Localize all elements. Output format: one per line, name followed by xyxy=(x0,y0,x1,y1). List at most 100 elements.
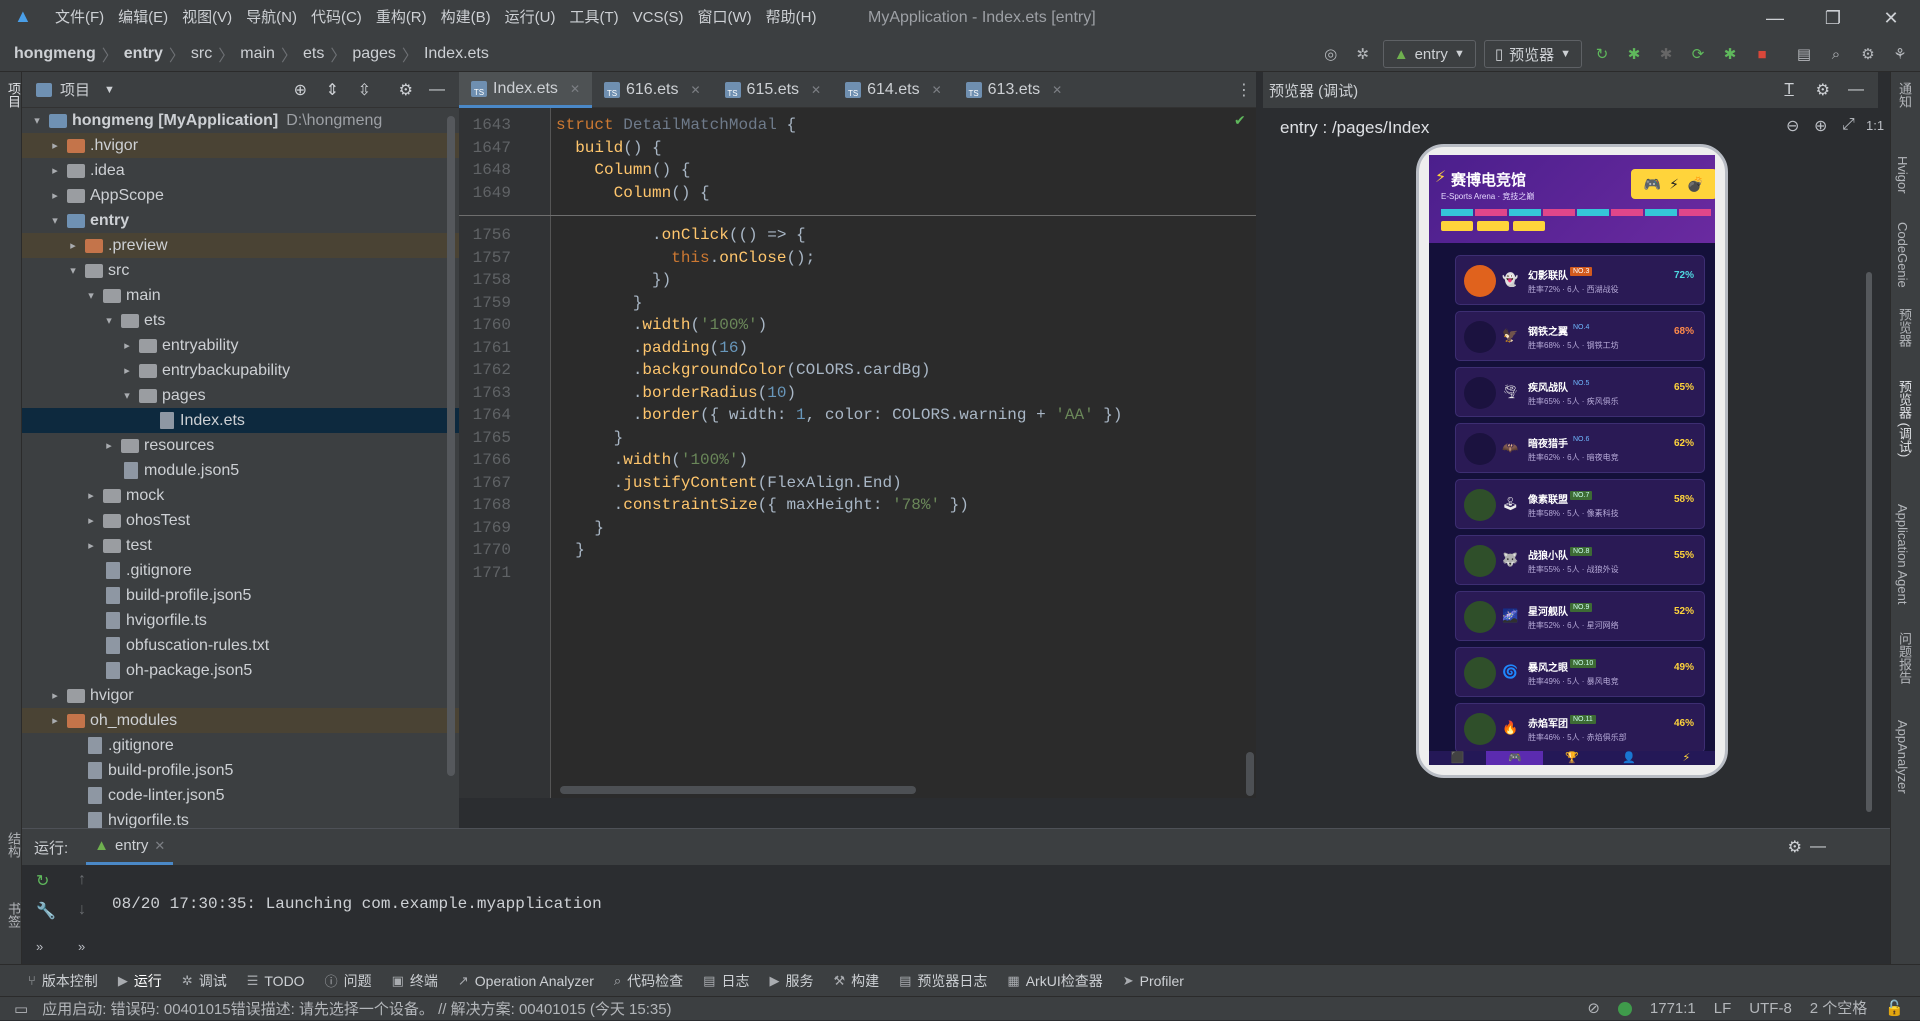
more-icon[interactable]: » xyxy=(78,939,85,954)
notification-off-icon[interactable]: ⊘ xyxy=(1587,997,1600,1021)
bottom-tool[interactable]: ✲ 调试 xyxy=(182,971,227,991)
tree-row[interactable]: ▾ main xyxy=(22,283,459,308)
team-card[interactable]: 🐺 战狼小队 NO.8 胜率55% · 5人 · 战狼外设 55% xyxy=(1455,535,1705,585)
menu-item[interactable]: 工具(T) xyxy=(562,0,625,36)
bug-icon[interactable]: ✲ xyxy=(1351,42,1375,66)
editor-tab[interactable]: TS 614.ets ✕ xyxy=(833,72,954,108)
filter-chip[interactable] xyxy=(1513,221,1545,231)
expand-arrow-icon[interactable]: ▸ xyxy=(48,714,62,727)
tree-row[interactable]: hvigorfile.ts xyxy=(22,608,459,633)
close-icon[interactable]: ✕ xyxy=(811,83,821,97)
tree-row[interactable]: .gitignore xyxy=(22,733,459,758)
code-line[interactable]: } xyxy=(556,294,643,312)
tree-row[interactable]: ▸ entrybackupability xyxy=(22,358,459,383)
locate-icon[interactable]: ⊕ xyxy=(294,80,307,100)
bottom-tool[interactable]: ▤ 预览器日志 xyxy=(899,971,987,991)
close-icon[interactable]: ✕ xyxy=(932,83,942,97)
structure-tool-label[interactable]: 结构 xyxy=(4,832,23,858)
file-encoding[interactable]: UTF-8 xyxy=(1749,997,1792,1021)
gear-icon[interactable]: ⚙ xyxy=(399,80,413,100)
team-card[interactable]: 🌀 暴风之眼 NO.10 胜率49% · 5人 · 暴风电竞 49% xyxy=(1455,647,1705,697)
zoom-out-icon[interactable]: ⊖ xyxy=(1786,116,1799,136)
wrench-icon[interactable]: 🔧 xyxy=(36,901,56,921)
right-tool-label[interactable]: 通知 xyxy=(1895,82,1914,108)
menu-item[interactable]: VCS(S) xyxy=(626,0,691,36)
vertical-scrollbar[interactable] xyxy=(1246,752,1254,796)
line-separator[interactable]: LF xyxy=(1714,997,1732,1021)
filter-chip[interactable] xyxy=(1441,221,1473,231)
expand-arrow-icon[interactable]: ▸ xyxy=(84,514,98,527)
expand-arrow-icon[interactable]: ▸ xyxy=(48,189,62,202)
team-card[interactable]: 🦅 钢铁之翼 NO.4 胜率68% · 5人 · 钢铁工坊 68% xyxy=(1455,311,1705,361)
stop-icon[interactable]: ■ xyxy=(1750,42,1774,66)
expand-arrow-icon[interactable]: ▾ xyxy=(120,389,134,402)
tree-row[interactable]: module.json5 xyxy=(22,458,459,483)
scroll-up-icon[interactable]: ↑ xyxy=(78,871,86,889)
code-line[interactable]: .onClick(() => { xyxy=(556,226,806,244)
more-tabs-icon[interactable]: ⋮ xyxy=(1236,80,1252,100)
settings-icon[interactable]: ⚙ xyxy=(1856,42,1880,66)
module-select[interactable]: ▲ entry ▼ xyxy=(1382,40,1476,68)
code-line[interactable]: } xyxy=(556,519,604,537)
code-line[interactable]: }) xyxy=(556,271,671,289)
code-line[interactable]: build() { xyxy=(556,139,661,157)
breadcrumb-item[interactable]: main xyxy=(240,45,275,63)
close-icon[interactable]: ✕ xyxy=(154,838,165,854)
tree-row[interactable]: ▾ src xyxy=(22,258,459,283)
code-line[interactable]: .width('100%') xyxy=(556,316,767,334)
status-message[interactable]: 应用启动: 错误码: 00401015错误描述: 请先选择一个设备。 // 解决… xyxy=(42,998,671,1019)
more-icon[interactable]: » xyxy=(36,939,43,954)
team-card[interactable]: 👻 幻影联队 NO.3 胜率72% · 6人 · 西湖战役 72% xyxy=(1455,255,1705,305)
right-tool-label[interactable]: Application Agent xyxy=(1895,504,1910,604)
menu-item[interactable]: 导航(N) xyxy=(239,0,304,36)
close-icon[interactable]: ✕ xyxy=(690,83,700,97)
tree-row[interactable]: build-profile.json5 xyxy=(22,583,459,608)
right-tool-label[interactable]: 预览器 xyxy=(1895,308,1914,347)
right-tool-label[interactable]: AppAnalyzer xyxy=(1895,720,1910,794)
bottom-tool[interactable]: ▤ 日志 xyxy=(703,971,749,991)
menu-item[interactable]: 视图(V) xyxy=(175,0,239,36)
right-tool-label[interactable]: 问题报告 xyxy=(1895,632,1914,684)
close-icon[interactable]: ✕ xyxy=(1052,83,1062,97)
code-line[interactable]: struct DetailMatchModal { xyxy=(556,116,796,134)
expand-all-icon[interactable]: ⇕ xyxy=(326,80,339,100)
tree-row[interactable]: ▸ oh_modules xyxy=(22,708,459,733)
restore-icon[interactable]: ❐ xyxy=(1804,0,1862,36)
tree-row[interactable]: build-profile.json5 xyxy=(22,758,459,783)
tree-row[interactable]: .gitignore xyxy=(22,558,459,583)
bottom-tool[interactable]: ▣ 终端 xyxy=(392,971,438,991)
debug-icon[interactable]: ✱ xyxy=(1622,42,1646,66)
code-line[interactable]: Column() { xyxy=(556,184,710,202)
profile-icon[interactable]: ✱ xyxy=(1718,42,1742,66)
device-manager-icon[interactable]: ▤ xyxy=(1792,42,1816,66)
expand-arrow-icon[interactable]: ▸ xyxy=(120,364,134,377)
gear-icon[interactable]: ⚙ xyxy=(1788,837,1802,857)
team-card[interactable]: 🌌 星河舰队 NO.9 胜率52% · 6人 · 星河网络 52% xyxy=(1455,591,1705,641)
tree-row[interactable]: ▸ entryability xyxy=(22,333,459,358)
menu-item[interactable]: 编辑(E) xyxy=(111,0,175,36)
gear-icon[interactable]: ⚙ xyxy=(1816,80,1830,100)
tree-row[interactable]: ▸ hvigor xyxy=(22,683,459,708)
bottom-tool[interactable]: ⌕ 代码检查 xyxy=(614,971,683,991)
team-card[interactable]: 🔥 赤焰军团 NO.11 胜率46% · 5人 · 赤焰俱乐部 46% xyxy=(1455,703,1705,753)
team-card[interactable]: 🌪 疾风战队 NO.5 胜率65% · 5人 · 疾风俱乐 65% xyxy=(1455,367,1705,417)
code-line[interactable]: .padding(16) xyxy=(556,339,748,357)
app-tab[interactable]: 🎮 xyxy=(1486,751,1544,765)
expand-arrow-icon[interactable]: ▾ xyxy=(84,289,98,302)
actual-size-icon[interactable]: 1:1 xyxy=(1866,118,1884,133)
code-line[interactable]: } xyxy=(556,541,585,559)
right-tool-label[interactable]: Hvigor xyxy=(1895,156,1910,194)
run-tab-entry[interactable]: ▲ entry ✕ xyxy=(86,829,174,865)
tree-row[interactable]: Index.ets xyxy=(22,408,459,433)
menu-item[interactable]: 帮助(H) xyxy=(759,0,824,36)
bottom-tool[interactable]: ☰ TODO xyxy=(247,973,305,989)
code-line[interactable]: .borderRadius(10) xyxy=(556,384,796,402)
rerun-icon[interactable]: ↻ xyxy=(1590,42,1614,66)
expand-arrow-icon[interactable]: ▾ xyxy=(102,314,116,327)
previewer-select[interactable]: ▯ 预览器 ▼ xyxy=(1483,40,1582,68)
hide-icon[interactable]: — xyxy=(429,81,445,99)
code-line[interactable]: this.onClose(); xyxy=(556,249,815,267)
reload-icon[interactable]: ⟳ xyxy=(1686,42,1710,66)
tree-row[interactable]: obfuscation-rules.txt xyxy=(22,633,459,658)
tree-row[interactable]: ▸ mock xyxy=(22,483,459,508)
